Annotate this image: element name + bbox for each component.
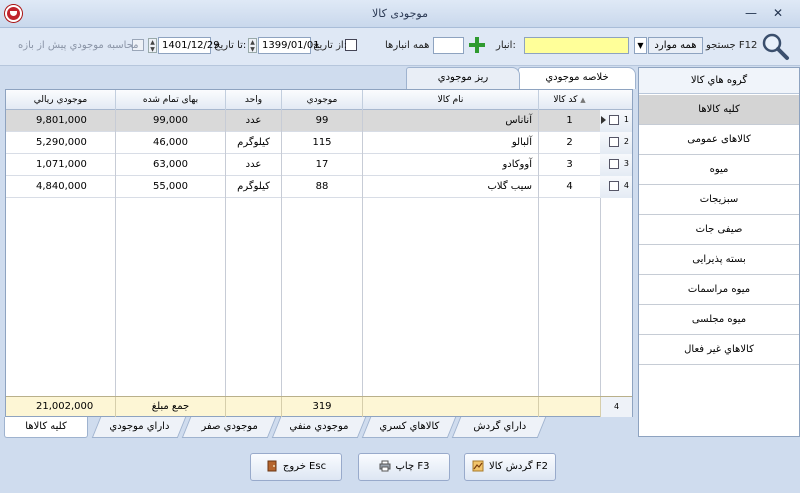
group-panel: گروه هاي كالا کلیه کالاها کالاهای عمومی … xyxy=(638,67,800,437)
group-item[interactable]: کلیه کالاها xyxy=(639,95,799,125)
col-qty[interactable]: موجودي xyxy=(281,90,362,110)
cell-value: 4,840,000 xyxy=(36,181,87,192)
search-label: جستجو F12 xyxy=(706,40,758,51)
search-icon[interactable] xyxy=(760,31,790,61)
col-unit[interactable]: واحد xyxy=(225,90,281,110)
cell-cost: 55,000 xyxy=(115,176,225,198)
exit-button[interactable]: خروج Esc xyxy=(250,453,342,481)
cell-code: 2 xyxy=(538,132,600,154)
tab-summary[interactable]: خلاصه موجودي xyxy=(518,67,636,89)
inventory-table: كد كالا ▲ نام كالا موجودي واحد بهای تمام… xyxy=(5,89,633,417)
tab-zero-stock[interactable]: موجودي صفر xyxy=(181,417,277,438)
cell-name: آووکادو xyxy=(362,154,538,176)
printer-icon xyxy=(379,460,391,472)
from-date-field[interactable]: 1399/01/01 xyxy=(258,37,320,54)
cell-unit: کیلوگرم xyxy=(225,132,281,154)
row-checkbox[interactable] xyxy=(609,115,619,125)
cell-qty: 99 xyxy=(281,110,362,132)
cell-code: 4 xyxy=(538,176,600,198)
group-item[interactable]: میوه مراسمات xyxy=(639,275,799,305)
col-value[interactable]: موجودي ريالي xyxy=(6,90,115,110)
row-indicator[interactable]: 3 xyxy=(600,154,632,176)
bottom-tabs: کلیه کالاها داراي موجودي موجودي صفر موجو… xyxy=(0,417,636,439)
col-cost[interactable]: بهای تمام شده xyxy=(115,90,225,110)
circulation-button[interactable]: گردش کالا F2 xyxy=(464,453,556,481)
footer-value-total: 21,002,000 xyxy=(36,401,94,412)
row-checkbox[interactable] xyxy=(609,137,619,147)
minimize-icon[interactable]: — xyxy=(742,4,760,22)
group-item[interactable]: میوه xyxy=(639,155,799,185)
tab-detail[interactable]: ريز موجودي xyxy=(406,67,520,89)
table-row[interactable]: 2 2 آلبالو 115 کیلوگرم 46,000 5,290,000 xyxy=(6,132,632,154)
tab-shortage[interactable]: كالاهاي كسري xyxy=(361,417,457,438)
warehouse-input[interactable] xyxy=(433,37,464,54)
table-row[interactable]: 1 1 آناناس 99 عدد 99,000 9,801,000 xyxy=(6,110,632,132)
table-row[interactable]: 3 3 آووکادو 17 عدد 63,000 1,071,000 xyxy=(6,154,632,176)
group-item[interactable]: کالاهای عمومی xyxy=(639,125,799,155)
tab-all-goods[interactable]: کلیه کالاها xyxy=(4,417,88,438)
warehouse-label: انبار: xyxy=(496,40,516,51)
window-title: موجودی کالا xyxy=(372,7,428,20)
cell-value: 9,801,000 xyxy=(36,115,87,126)
row-checkbox[interactable] xyxy=(609,181,619,191)
group-item[interactable]: صیفی جات xyxy=(639,215,799,245)
cell-value: 5,290,000 xyxy=(36,137,87,148)
footer-count: 4 xyxy=(600,397,632,417)
from-date-spinner[interactable]: ▲ ▼ xyxy=(248,38,257,53)
cell-qty: 17 xyxy=(281,154,362,176)
cell-value: 1,071,000 xyxy=(36,159,87,170)
footer-qty-total: 319 xyxy=(281,397,362,417)
calc-label: محاسبه موجودي پيش از بازه xyxy=(18,40,139,51)
group-item[interactable]: بسته پذیرایی xyxy=(639,245,799,275)
filter-select[interactable]: همه موارد xyxy=(648,37,703,54)
cell-cost: 46,000 xyxy=(115,132,225,154)
table-row[interactable]: 4 4 سيب گلاب 88 کیلوگرم 55,000 4,840,000 xyxy=(6,176,632,198)
search-input[interactable] xyxy=(524,37,629,54)
row-checkbox[interactable] xyxy=(609,159,619,169)
row-indicator[interactable]: 2 xyxy=(600,132,632,154)
row-indicator[interactable]: 1 xyxy=(600,110,632,132)
exit-door-icon xyxy=(267,460,277,472)
group-item[interactable]: میوه مجلسی xyxy=(639,305,799,335)
print-button[interactable]: چاپ F3 xyxy=(358,453,450,481)
close-icon[interactable]: ✕ xyxy=(769,4,787,22)
col-code[interactable]: كد كالا ▲ xyxy=(538,90,600,110)
tab-in-stock[interactable]: داراي موجودي xyxy=(91,417,187,438)
tab-circulation[interactable]: داراي گردش xyxy=(451,417,547,438)
cell-code: 1 xyxy=(538,110,600,132)
chart-icon xyxy=(472,460,484,472)
cell-name: سيب گلاب xyxy=(362,176,538,198)
chevron-down-icon[interactable]: ▼ xyxy=(634,37,647,54)
tab-negative-stock[interactable]: موجودي منفي xyxy=(271,417,367,438)
to-date-spinner[interactable]: ▲ ▼ xyxy=(148,38,157,53)
group-panel-title: گروه هاي كالا xyxy=(639,68,799,94)
all-warehouses-label: همه انبارها xyxy=(385,40,430,51)
cell-unit: عدد xyxy=(225,110,281,132)
row-indicator[interactable]: 4 xyxy=(600,176,632,198)
cell-cost: 63,000 xyxy=(115,154,225,176)
col-name[interactable]: نام كالا xyxy=(362,90,538,110)
cell-unit: عدد xyxy=(225,154,281,176)
title-bar: موجودی کالا — ✕ xyxy=(0,0,800,28)
cell-qty: 115 xyxy=(281,132,362,154)
footer-sum-label: جمع مبلغ xyxy=(115,397,225,417)
current-row-icon xyxy=(601,116,606,124)
cell-unit: کیلوگرم xyxy=(225,176,281,198)
add-icon[interactable] xyxy=(469,36,485,54)
to-date-field[interactable]: 1401/12/29 xyxy=(158,37,220,54)
table-header: كد كالا ▲ نام كالا موجودي واحد بهای تمام… xyxy=(6,90,632,110)
sort-up-icon: ▲ xyxy=(580,96,586,104)
cell-qty: 88 xyxy=(281,176,362,198)
table-footer: 4 319 جمع مبلغ 21,002,000 xyxy=(6,396,632,417)
cell-code: 3 xyxy=(538,154,600,176)
cell-cost: 99,000 xyxy=(115,110,225,132)
group-item[interactable]: كالاهاي غير فعال xyxy=(639,335,799,365)
cell-name: آلبالو xyxy=(362,132,538,154)
footer-bar: گردش کالا F2 چاپ F3 خروج Esc xyxy=(0,440,800,493)
group-item[interactable]: سبزیجات xyxy=(639,185,799,215)
cell-name: آناناس xyxy=(362,110,538,132)
top-tabs: خلاصه موجودي ريز موجودي xyxy=(406,67,636,89)
col-code-label: كد كالا xyxy=(553,95,578,105)
toolbar: جستجو F12 همه موارد ▼ انبار: همه انبارها… xyxy=(0,28,800,66)
